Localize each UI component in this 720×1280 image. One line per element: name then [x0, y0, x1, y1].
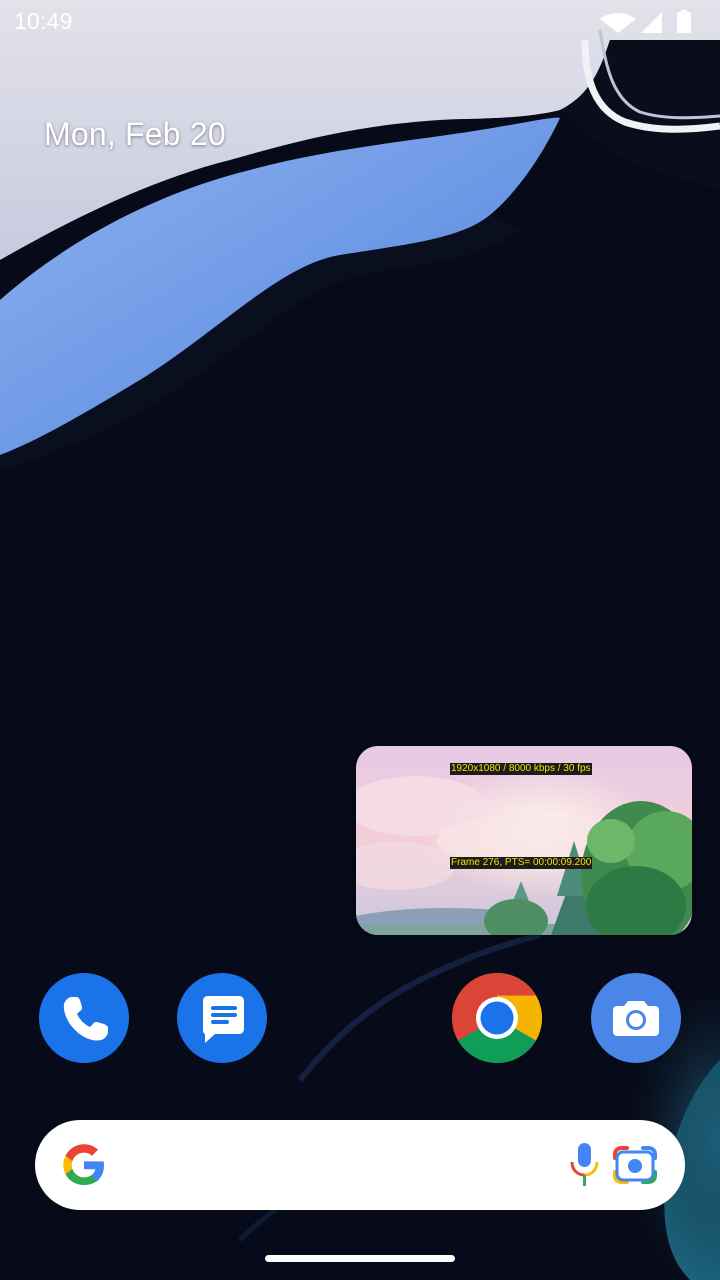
pip-overlay-frame: Frame 276, PTS= 00:00:09.200: [450, 857, 593, 869]
dock-app-phone[interactable]: [39, 973, 129, 1063]
home-screen: 10:49 Mon, Feb 20 1920x1080 / 8000 kbps …: [0, 0, 720, 1280]
wifi-icon: [600, 13, 636, 33]
wallpaper: [0, 0, 720, 1280]
status-icons: [600, 10, 691, 33]
dock-app-camera[interactable]: [591, 973, 681, 1063]
google-search-bar[interactable]: [35, 1120, 685, 1210]
lens-icon[interactable]: [609, 1140, 661, 1190]
status-bar: 10:49: [0, 0, 720, 44]
status-time: 10:49: [14, 8, 73, 34]
dock-app-chrome[interactable]: [452, 973, 542, 1063]
cellular-signal-icon: [641, 12, 662, 33]
microphone-icon[interactable]: [565, 1140, 605, 1190]
gesture-nav-handle[interactable]: [265, 1255, 455, 1262]
date-widget[interactable]: Mon, Feb 20: [44, 116, 226, 153]
pip-video-window[interactable]: 1920x1080 / 8000 kbps / 30 fps Frame 276…: [356, 746, 692, 935]
phone-icon: [63, 997, 108, 1041]
chrome-icon: [452, 973, 542, 1063]
camera-icon: [613, 1001, 659, 1036]
google-logo-icon: [63, 1144, 104, 1185]
battery-icon: [677, 10, 691, 33]
messages-icon: [203, 996, 244, 1043]
dock-app-messages[interactable]: [177, 973, 267, 1063]
pip-overlay-resolution: 1920x1080 / 8000 kbps / 30 fps: [450, 763, 592, 775]
